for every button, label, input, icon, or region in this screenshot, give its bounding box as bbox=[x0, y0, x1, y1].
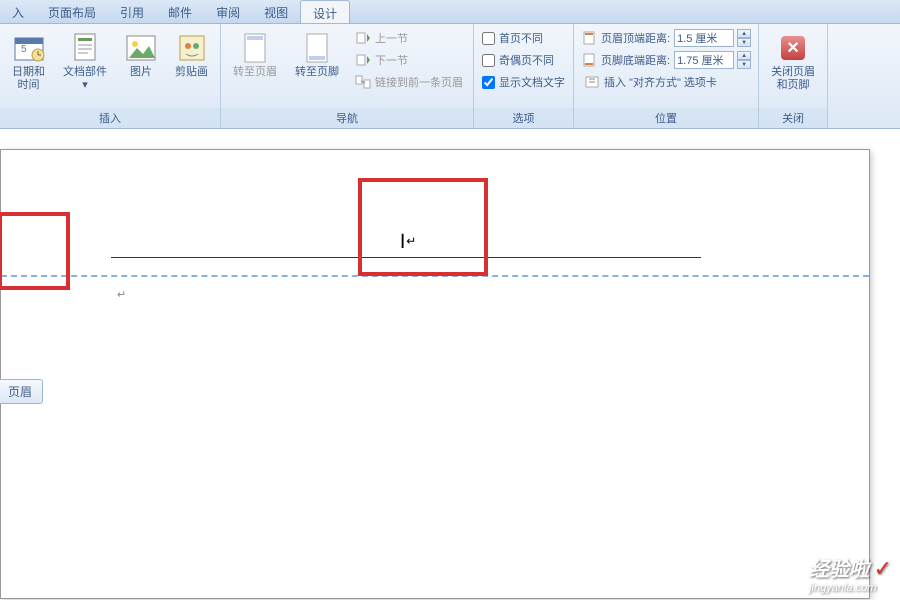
goto-header-button[interactable]: 转至页眉 bbox=[227, 28, 283, 83]
header-icon bbox=[239, 32, 271, 64]
annotation-box-2 bbox=[358, 178, 488, 276]
spin-down[interactable]: ▼ bbox=[737, 60, 751, 69]
tab-mail[interactable]: 邮件 bbox=[156, 0, 204, 23]
tab-view[interactable]: 视图 bbox=[252, 0, 300, 23]
tab-layout[interactable]: 页面布局 bbox=[36, 0, 108, 23]
prev-icon bbox=[355, 30, 371, 46]
docparts-button[interactable]: 文档部件▾ bbox=[57, 28, 113, 96]
footer-distance-icon bbox=[581, 52, 597, 68]
header-distance-label: 页眉顶端距离: bbox=[601, 30, 670, 46]
tab-insert[interactable]: 入 bbox=[0, 0, 36, 23]
close-icon: ✕ bbox=[781, 36, 805, 60]
footer-icon bbox=[301, 32, 333, 64]
group-insert: 5 日期和 时间 文档部件▾ 图片 剪贴画 bbox=[0, 24, 221, 128]
show-doc-text-checkbox[interactable]: 显示文档文字 bbox=[480, 72, 567, 92]
datetime-button[interactable]: 5 日期和 时间 bbox=[6, 28, 51, 96]
group-close: ✕ 关闭页眉 和页脚 关闭 bbox=[759, 24, 828, 128]
link-previous-button[interactable]: 链接到前一条页眉 bbox=[351, 72, 467, 92]
calendar-icon: 5 bbox=[13, 32, 45, 64]
group-options: 首页不同 奇偶页不同 显示文档文字 选项 bbox=[474, 24, 574, 128]
spin-down[interactable]: ▼ bbox=[737, 38, 751, 47]
goto-footer-button[interactable]: 转至页脚 bbox=[289, 28, 345, 83]
svg-text:5: 5 bbox=[21, 44, 27, 55]
next-icon bbox=[355, 52, 371, 68]
tab-references[interactable]: 引用 bbox=[108, 0, 156, 23]
tab-design[interactable]: 设计 bbox=[300, 0, 350, 23]
next-section-button[interactable]: 下一节 bbox=[351, 50, 467, 70]
watermark: 经验啦 ✓ jingyanla.com bbox=[809, 553, 892, 594]
picture-button[interactable]: 图片 bbox=[119, 28, 163, 83]
spin-up[interactable]: ▲ bbox=[737, 29, 751, 38]
link-icon bbox=[355, 74, 371, 90]
spin-up[interactable]: ▲ bbox=[737, 51, 751, 60]
insert-align-tab-button[interactable]: 插入 "对齐方式" 选项卡 bbox=[580, 72, 752, 92]
picture-icon bbox=[125, 32, 157, 64]
paragraph-mark: ↵ bbox=[117, 288, 126, 301]
first-page-diff-checkbox[interactable]: 首页不同 bbox=[480, 28, 567, 48]
header-tag-label: 页眉 bbox=[0, 379, 43, 404]
group-navigation: 转至页眉 转至页脚 上一节 下一节 链接到前一条页眉 bbox=[221, 24, 474, 128]
odd-even-diff-checkbox[interactable]: 奇偶页不同 bbox=[480, 50, 567, 70]
group-position: 页眉顶端距离: 1.5 厘米 ▲▼ 页脚底端距离: 1.75 厘米 ▲▼ 插入 … bbox=[574, 24, 759, 128]
header-distance-icon bbox=[581, 30, 597, 46]
align-tab-icon bbox=[584, 74, 600, 90]
footer-distance-label: 页脚底端距离: bbox=[601, 52, 670, 68]
docparts-icon bbox=[69, 32, 101, 64]
tab-review[interactable]: 审阅 bbox=[204, 0, 252, 23]
clipart-icon bbox=[176, 32, 208, 64]
annotation-box-1 bbox=[0, 212, 70, 290]
close-header-footer-button[interactable]: ✕ 关闭页眉 和页脚 bbox=[765, 28, 821, 96]
clipart-button[interactable]: 剪贴画 bbox=[169, 28, 214, 83]
footer-distance-input[interactable]: 1.75 厘米 bbox=[674, 51, 734, 69]
header-distance-input[interactable]: 1.5 厘米 bbox=[674, 29, 734, 47]
prev-section-button[interactable]: 上一节 bbox=[351, 28, 467, 48]
